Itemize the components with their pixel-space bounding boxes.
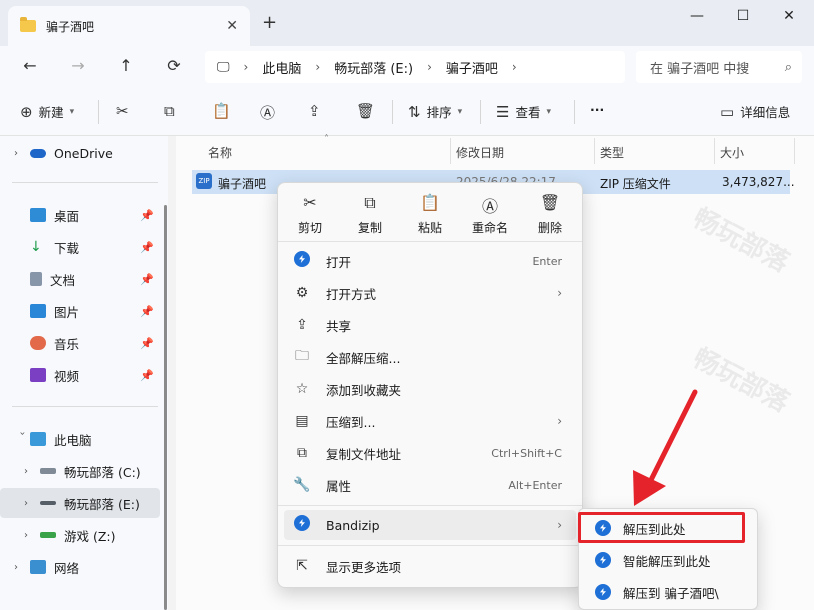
annotation-arrow-icon bbox=[633, 389, 698, 506]
